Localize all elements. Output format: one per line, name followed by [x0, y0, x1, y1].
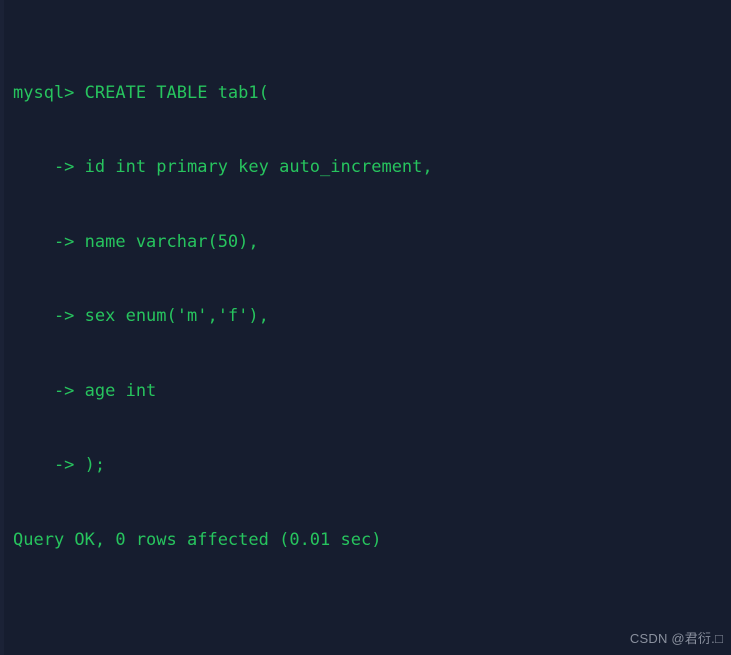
watermark-label: CSDN @君衍.□	[629, 631, 723, 646]
terminal-line: -> sex enum('m','f'),	[13, 306, 269, 327]
terminal-window: mysql> CREATE TABLE tab1( -> id int prim…	[0, 0, 731, 655]
terminal-line: -> );	[13, 455, 106, 476]
terminal-result-line: Query OK, 0 rows affected (0.01 sec)	[13, 529, 382, 550]
terminal-output[interactable]: mysql> CREATE TABLE tab1( -> id int prim…	[13, 6, 731, 655]
terminal-line: -> name varchar(50),	[13, 231, 259, 252]
terminal-line: -> id int primary key auto_increment,	[13, 157, 433, 178]
terminal-line: mysql> CREATE TABLE tab1(	[13, 82, 269, 103]
terminal-line: -> age int	[13, 380, 157, 401]
